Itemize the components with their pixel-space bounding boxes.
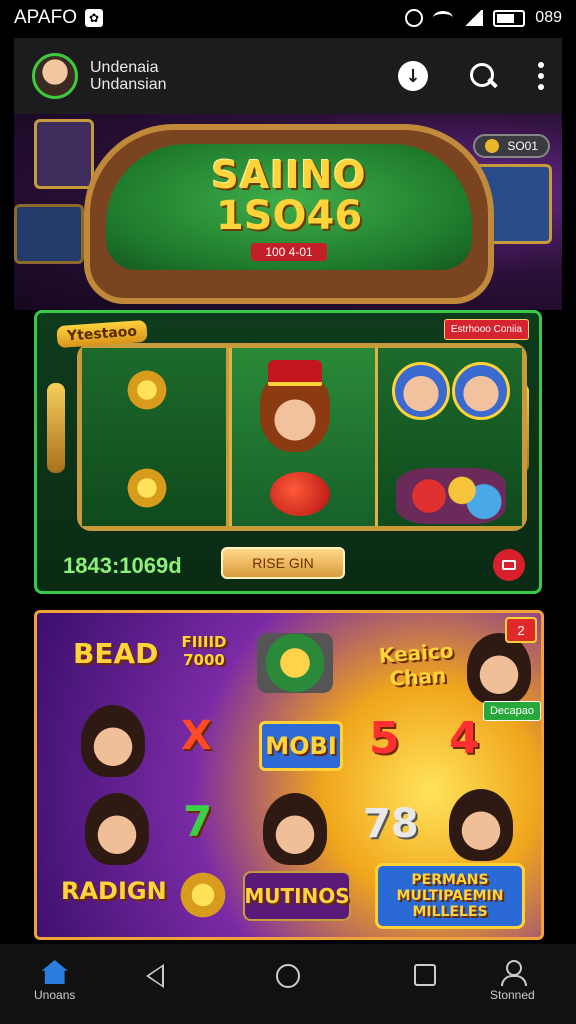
game-tile[interactable]: 4: [449, 713, 480, 764]
game-tile[interactable]: BEAD: [73, 637, 158, 670]
hero-title: SAIINO: [211, 153, 367, 197]
fruit-symbol: [269, 472, 330, 516]
nav-recents[interactable]: [414, 964, 436, 986]
character-symbol: [452, 362, 511, 420]
game-badge[interactable]: 2: [505, 617, 537, 643]
game-tile[interactable]: X: [181, 713, 212, 759]
game-tile[interactable]: 78: [363, 801, 419, 847]
game-tile[interactable]: Keaico Chan: [355, 637, 478, 693]
bottom-nav: Unoans Stonned: [0, 944, 576, 1024]
coin-pile-icon: [175, 871, 231, 919]
alarm-icon: [405, 9, 424, 27]
game-tile[interactable]: 7: [183, 797, 212, 846]
character-symbol: [392, 362, 451, 420]
reel-left: [82, 348, 229, 526]
slot-machine-image: [34, 119, 94, 189]
nav-home[interactable]: Unoans: [34, 960, 75, 1002]
game-tile[interactable]: FIIIID 7000: [169, 633, 239, 669]
download-icon: ↓: [405, 65, 421, 87]
screen-icon: [502, 560, 516, 570]
game-grid: BEAD FIIIID 7000 Keaico Chan X MOBI 5 4 …: [34, 610, 544, 940]
game-tile[interactable]: MOBI: [259, 721, 343, 771]
game-tile-portrait[interactable]: [263, 793, 327, 865]
download-button[interactable]: ↓: [398, 61, 428, 91]
clock: 089: [535, 9, 562, 26]
table-felt: SAIINO 1SO46 100 4-01: [106, 144, 472, 270]
spin-button[interactable]: RISE GIN: [221, 547, 345, 579]
avatar[interactable]: [32, 53, 78, 99]
slot-game-panel: Ytestaoo Estrhooo Coniia 1843:1069d RISE…: [34, 310, 542, 594]
back-icon: [146, 964, 164, 988]
hero-jackpot: 1SO46: [215, 193, 363, 239]
game-tile[interactable]: RADIGN: [61, 877, 167, 905]
nav-home-button[interactable]: [276, 964, 300, 988]
game-tile[interactable]: MUTINOS: [243, 871, 351, 921]
hat-symbol: [267, 360, 322, 386]
search-button[interactable]: [468, 61, 498, 91]
balance-readout: 1843:1069d: [63, 553, 182, 578]
battery-icon: [493, 9, 526, 27]
game-tile-portrait[interactable]: [449, 789, 513, 861]
app-title: Undenaia Undansian: [90, 59, 167, 93]
square-icon: [414, 964, 436, 986]
notification-icon: ✿: [85, 9, 103, 27]
circle-icon: [276, 964, 300, 988]
slot-reels: [77, 343, 527, 531]
gems-symbol: [396, 468, 507, 524]
carrier-label: APAFO: [14, 7, 77, 28]
reel-frame-left: [47, 383, 65, 473]
coin-balance-pill[interactable]: SO01: [473, 134, 550, 158]
hero-tag: 100 4-01: [251, 243, 327, 261]
coin-balance-text: SO01: [507, 139, 538, 153]
coin-icon: [485, 139, 500, 153]
hero-banner[interactable]: SAIINO 1SO46 100 4-01 SO01: [14, 114, 562, 310]
more-options-button[interactable]: [538, 62, 544, 90]
signal-icon: [463, 10, 484, 26]
nav-profile-label: Stonned: [490, 988, 535, 1002]
game-tile-portrait[interactable]: [81, 705, 145, 777]
game-tile[interactable]: 5: [369, 713, 400, 764]
reel-right: [378, 348, 523, 526]
app-title-line1: Undenaia: [90, 59, 159, 76]
status-bar: APAFO ✿ 089: [0, 0, 576, 36]
nav-home-label: Unoans: [34, 988, 76, 1002]
record-button[interactable]: [493, 549, 525, 581]
home-icon: [41, 960, 68, 984]
slot-machine-image: [14, 204, 84, 264]
game-tile-portrait[interactable]: [467, 633, 531, 705]
nav-profile[interactable]: Stonned: [490, 960, 535, 1002]
casino-table: SAIINO 1SO46 100 4-01: [84, 124, 494, 304]
game-tile[interactable]: PERMANS MULTIPAEMIN MILLELES: [375, 863, 525, 929]
app-bar: Undenaia Undansian ↓: [14, 38, 562, 114]
wifi-icon: [433, 11, 454, 25]
game-tile-portrait[interactable]: [85, 793, 149, 865]
nav-back[interactable]: [146, 964, 164, 988]
profile-icon: [500, 960, 528, 986]
slot-badge[interactable]: Estrhooo Coniia: [443, 319, 529, 340]
game-tag[interactable]: Decapao: [482, 701, 541, 721]
coin-pile-icon: [122, 468, 172, 508]
game-tile[interactable]: [257, 633, 333, 693]
app-title-line2: Undansian: [90, 76, 167, 93]
coin-pile-icon: [122, 370, 172, 410]
reel-middle: [228, 348, 379, 526]
